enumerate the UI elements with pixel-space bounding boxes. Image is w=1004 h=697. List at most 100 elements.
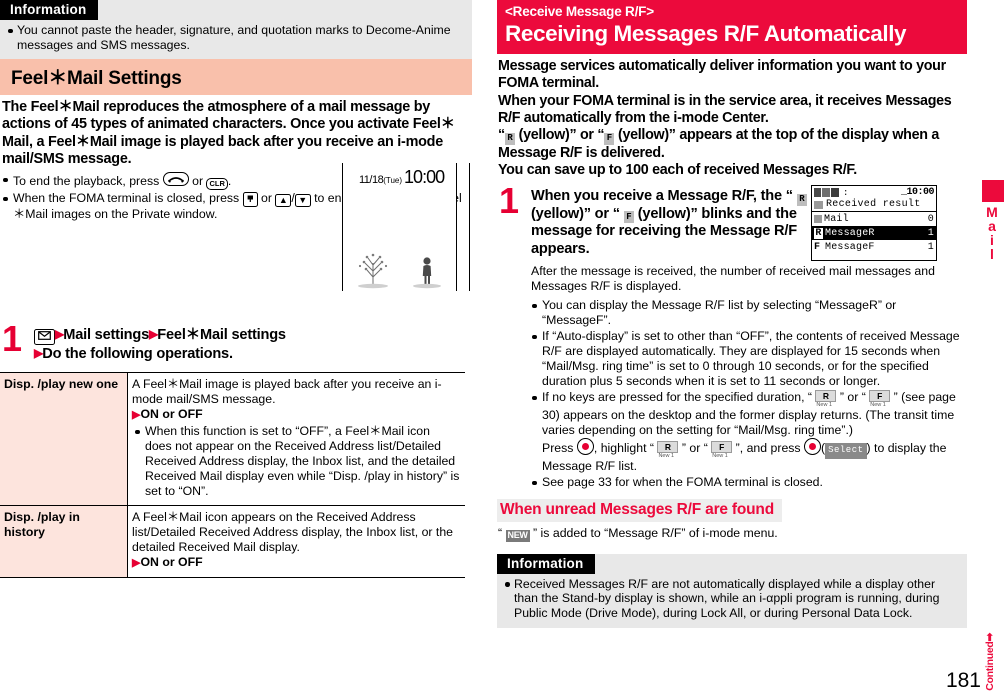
right-bullet-list: You can display the Message R/F list by … xyxy=(497,294,967,490)
message-r-icon: R xyxy=(796,193,807,206)
standby-artwork xyxy=(358,253,441,289)
left-intro-paragraph: The Feel＊Mail reproduces the atmosphere … xyxy=(2,99,455,168)
left-step-line2: Do the following operations. xyxy=(42,345,233,362)
desktop-messagef-icon-box: F xyxy=(869,390,891,403)
right-information-box: Information Received Messages R/F are no… xyxy=(497,553,967,628)
right-step-number: 1 xyxy=(499,180,520,222)
continued-marker: Continued➡ xyxy=(984,633,996,691)
side-tab-mail: Mail xyxy=(982,180,1004,260)
column-divider xyxy=(484,0,485,697)
page-footer: 181 Continued➡ xyxy=(946,633,996,691)
standby-screen-illustration: 11/18 (Tue) 10:00 xyxy=(330,163,470,291)
end-key-icon xyxy=(162,172,189,187)
subheading-unread-messages: When unread Messages R/F are found xyxy=(497,499,782,523)
subhead-body: “ NEW ” is added to “Message R/F” of i-m… xyxy=(497,522,967,542)
clr-key-icon: CLR xyxy=(206,177,228,191)
desktop-messager-icon: R New 1 xyxy=(815,390,837,409)
desktop-messagef-icon-caption: New 1 xyxy=(870,402,886,409)
press-pre: Press xyxy=(542,441,577,456)
option-note: When this function is set to “OFF”, a Fe… xyxy=(134,424,460,499)
left-step-line1a: Mail settings xyxy=(63,327,150,344)
right-intro-line-3: “R (yellow)” or “F (yellow)” appears at … xyxy=(498,127,940,161)
press-mid: , highlight “ xyxy=(593,441,658,456)
option-choice-row: ▶ON or OFF xyxy=(132,555,460,571)
desktop-messagef-icon-caption: New 1 xyxy=(712,453,728,460)
right-step-text-b: (yellow)” or “ xyxy=(531,205,624,222)
right-intro-line-4: You can save up to 100 each of received … xyxy=(498,161,857,178)
manual-page: Information You cannot paste the header,… xyxy=(0,0,1004,697)
side-tab-label: Mail xyxy=(984,204,1000,260)
new-badge-icon: NEW xyxy=(505,529,530,542)
option-desc-text: A Feel＊Mail icon appears on the Received… xyxy=(132,510,454,555)
right-intro-line-1: Message services automatically deliver i… xyxy=(498,58,946,92)
desktop-messager-icon: R New 1 xyxy=(657,441,679,460)
table-row: Disp. /play new one A Feel＊Mail image is… xyxy=(0,372,466,506)
option-desc-cell: A Feel＊Mail icon appears on the Received… xyxy=(128,506,466,578)
center-key-icon xyxy=(576,438,594,456)
subhead-body-post: ” is added to “Message R/F” of i-mode me… xyxy=(529,526,778,541)
right-step-1: 1 When you receive a Message R/F, the “ … xyxy=(497,183,967,258)
option-note-list: When this function is set to “OFF”, a Fe… xyxy=(132,424,460,499)
right-bullet-list-select: You can display the Message R/F list by … xyxy=(531,298,963,328)
desktop-messagef-icon-box: F xyxy=(711,441,733,454)
information-label: Information xyxy=(497,553,596,574)
right-bullet-no-keys: If no keys are pressed for the specified… xyxy=(531,390,963,474)
mail-side-key-icon xyxy=(242,192,258,208)
press-mid3: ”, and press xyxy=(732,441,804,456)
right-bullet-autodisplay: If “Auto-display” is set to other than “… xyxy=(531,329,963,389)
desktop-messagef-icon: F New 1 xyxy=(711,441,733,460)
right-header-title: Receiving Messages R/F Automatically xyxy=(505,21,907,46)
information-body: You cannot paste the header, signature, … xyxy=(0,23,472,52)
bullet-text-pre: To end the playback, press xyxy=(13,174,163,189)
information-bullet: You cannot paste the header, signature, … xyxy=(6,23,464,52)
arrow-icon-1: ▶ xyxy=(55,327,64,342)
no-keys-mid1: ” or “ xyxy=(836,390,870,405)
message-f-icon: F xyxy=(623,211,634,224)
option-name-cell: Disp. /play in history xyxy=(0,505,128,578)
option-desc-cell: A Feel＊Mail image is played back after y… xyxy=(128,373,466,506)
desktop-messager-icon-caption: New 1 xyxy=(816,402,833,409)
information-label: Information xyxy=(0,0,99,20)
right-after-text: After the message is received, the numbe… xyxy=(531,264,935,294)
message-f-icon: F xyxy=(604,132,615,145)
standby-date: 11/18 xyxy=(359,174,384,186)
option-choice-row: ▶ON or OFF xyxy=(132,407,460,423)
left-column: Information You cannot paste the header,… xyxy=(0,0,472,697)
desktop-messager-icon-box: R xyxy=(815,390,837,403)
left-information-box: Information You cannot paste the header,… xyxy=(0,0,472,60)
bullet2-text-pre: When the FOMA terminal is closed, press xyxy=(13,191,243,206)
side-tab-cap xyxy=(982,180,1004,202)
table-row: Disp. /play in history A Feel＊Mail icon … xyxy=(0,505,466,578)
bullet-text-post: . xyxy=(227,174,232,189)
message-r-icon: R xyxy=(504,132,515,145)
bullet-text-mid: or xyxy=(188,174,207,189)
down-key-icon: ▼ xyxy=(294,194,311,208)
subhead-body-pre: “ xyxy=(498,526,506,541)
bullet2-text-mid: or xyxy=(257,191,276,206)
press-mid2: ” or “ xyxy=(678,441,712,456)
arrow-icon-3: ▶ xyxy=(34,345,43,360)
desktop-messager-icon-box: R xyxy=(657,441,679,454)
left-step-1: 1 ▶Mail settings▶Feel＊Mail settings ▶Do … xyxy=(0,321,472,363)
information-bullet: Received Messages R/F are not automatica… xyxy=(503,577,959,621)
standby-frame: 11/18 (Tue) 10:00 xyxy=(342,163,457,291)
left-step-text: ▶Mail settings▶Feel＊Mail settings ▶Do th… xyxy=(34,326,472,363)
right-section-header: <Receive Message R/F> Receiving Messages… xyxy=(497,0,967,54)
option-name-cell: Disp. /play new one xyxy=(0,372,128,506)
option-choice-text: ON or OFF xyxy=(140,555,203,570)
no-keys-pre: If no keys are pressed for the specified… xyxy=(542,390,816,405)
subhead-wrapper: When unread Messages R/F are found xyxy=(497,490,967,523)
desktop-messager-icon-caption: New 1 xyxy=(658,453,675,460)
right-intro-line-2: When your FOMA terminal is in the servic… xyxy=(498,92,952,126)
option-choice-text: ON or OFF xyxy=(140,407,203,422)
page-number: 181 xyxy=(945,669,981,692)
information-body: Received Messages R/F are not automatica… xyxy=(497,577,967,621)
right-intro: Message services automatically deliver i… xyxy=(497,54,967,179)
options-table: Disp. /play new one A Feel＊Mail image is… xyxy=(0,372,465,578)
standby-time: 10:00 xyxy=(404,167,445,187)
standby-datetime: 11/18 (Tue) 10:00 xyxy=(359,167,445,188)
right-step-text: When you receive a Message R/F, the “ R … xyxy=(531,188,831,258)
center-key-icon xyxy=(804,438,821,456)
desktop-messagef-icon: F New 1 xyxy=(869,390,891,409)
section-heading-feel-mail-settings: Feel＊Mail Settings xyxy=(0,59,472,96)
